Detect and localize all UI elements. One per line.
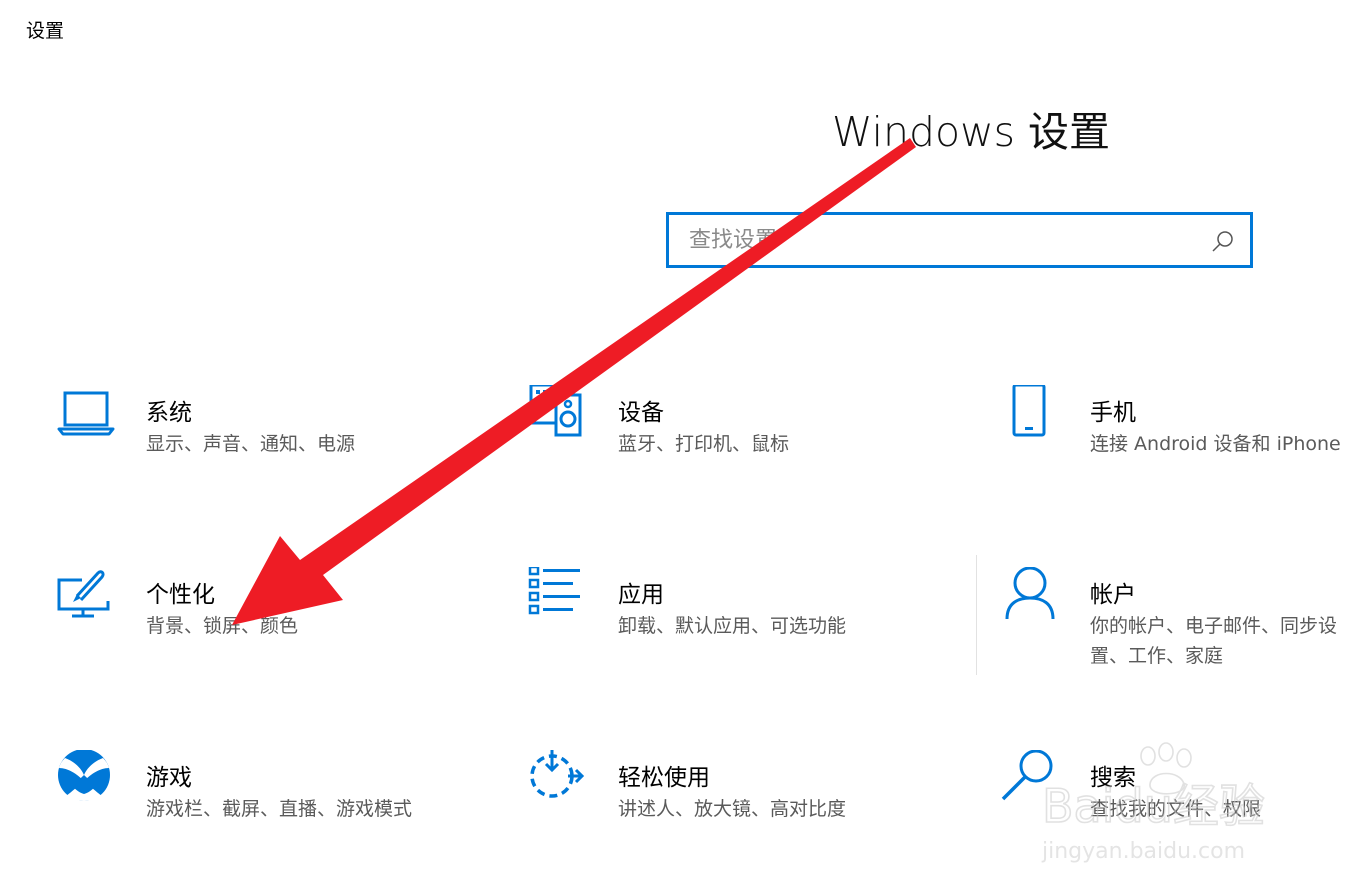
personalization-icon	[57, 570, 110, 618]
tile-system[interactable]: 系统 显示、声音、通知、电源	[56, 385, 496, 495]
settings-window: 设置 Windows 设置 系统 显示、声音、通知、电源	[0, 0, 1357, 896]
tile-devices[interactable]: 设备 蓝牙、打印机、鼠标	[528, 385, 968, 495]
tile-description: 游戏栏、截屏、直播、游戏模式	[146, 798, 413, 820]
tile-description: 卸载、默认应用、可选功能	[618, 615, 847, 637]
tile-description: 显示、声音、通知、电源	[146, 433, 356, 455]
xbox-icon	[58, 750, 110, 801]
tile-title: 系统	[146, 400, 192, 426]
tile-phone[interactable]: 手机 连接 Android 设备和 iPhone	[1000, 385, 1357, 495]
search-input[interactable]	[669, 215, 1209, 265]
phone-icon	[1012, 385, 1046, 437]
account-icon	[1005, 567, 1055, 620]
tile-title: 应用	[618, 582, 664, 608]
tile-description: 讲述人、放大镜、高对比度	[618, 798, 847, 820]
tile-accounts[interactable]: 帐户 你的帐户、电子邮件、同步设置、工作、家庭	[1000, 567, 1357, 677]
search-icon[interactable]	[1210, 228, 1236, 254]
tile-title: 帐户	[1090, 582, 1136, 608]
devices-icon	[529, 385, 582, 437]
watermark-url: jingyan.baidu.com	[1041, 839, 1245, 864]
watermark-brand: Baidu经验	[1042, 779, 1265, 833]
tile-personalization[interactable]: 个性化 背景、锁屏、颜色	[56, 567, 496, 677]
tile-title: 个性化	[146, 582, 215, 608]
tile-ease-of-access[interactable]: 轻松使用 讲述人、放大镜、高对比度	[528, 750, 968, 860]
tile-apps[interactable]: 应用 卸载、默认应用、可选功能	[528, 567, 968, 677]
tile-description: 你的帐户、电子邮件、同步设置、工作、家庭	[1090, 615, 1338, 667]
divider	[976, 555, 977, 675]
window-title: 设置	[26, 20, 65, 42]
tile-title: 手机	[1090, 400, 1136, 426]
ease-of-access-icon	[530, 750, 585, 798]
tile-description: 背景、锁屏、颜色	[146, 615, 299, 637]
tile-description: 蓝牙、打印机、鼠标	[618, 433, 790, 455]
search-box[interactable]	[666, 212, 1253, 268]
baidu-watermark: Baidu经验 jingyan.baidu.com	[1041, 742, 1266, 864]
tile-title: 轻松使用	[618, 765, 710, 791]
tile-description: 连接 Android 设备和 iPhone	[1090, 433, 1341, 455]
tile-title: 设备	[618, 400, 664, 426]
laptop-icon	[57, 391, 115, 436]
apps-icon	[528, 567, 580, 615]
tile-title: 游戏	[146, 765, 192, 791]
tile-gaming[interactable]: 游戏 游戏栏、截屏、直播、游戏模式	[56, 750, 496, 860]
page-title: Windows 设置	[832, 108, 1111, 156]
